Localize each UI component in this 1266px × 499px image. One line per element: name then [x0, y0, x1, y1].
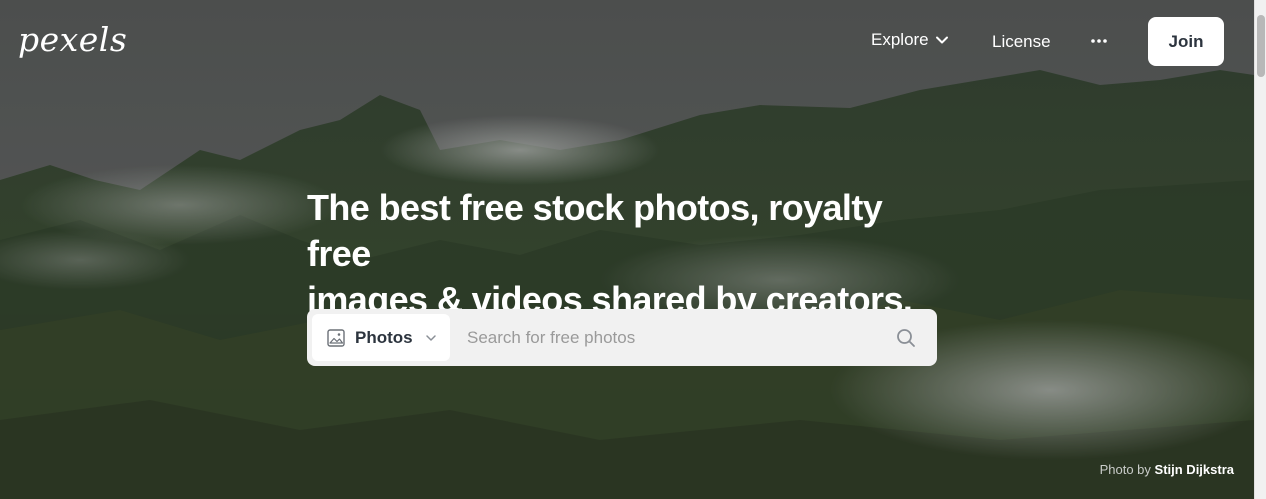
chevron-down-icon: [935, 36, 948, 44]
pexels-logo[interactable]: pexels: [18, 20, 127, 60]
photo-credit: Photo by Stijn Dijkstra: [1100, 462, 1234, 477]
search-type-label: Photos: [355, 327, 413, 347]
chevron-down-icon: [425, 334, 436, 341]
search-input[interactable]: [467, 319, 887, 356]
nav-explore-label: Explore: [871, 30, 929, 49]
search-icon: [897, 329, 915, 347]
search-type-dropdown[interactable]: Photos: [312, 314, 450, 361]
nav-license-link[interactable]: License: [992, 32, 1051, 52]
headline-line-1: The best free stock photos, royalty free: [307, 187, 883, 274]
join-button[interactable]: Join: [1148, 17, 1224, 66]
more-menu-button[interactable]: [1088, 28, 1110, 54]
photo-credit-prefix: Photo by: [1099, 462, 1151, 477]
nav-explore-menu[interactable]: Explore: [871, 30, 949, 50]
more-dots-icon: [1091, 39, 1107, 43]
image-icon: [327, 328, 345, 347]
photo-credit-author[interactable]: Stijn Dijkstra: [1155, 462, 1234, 477]
page-headline: The best free stock photos, royalty free…: [307, 185, 947, 323]
scrollbar-thumb[interactable]: [1257, 15, 1265, 77]
search-bar: Photos: [307, 309, 937, 366]
search-button[interactable]: [895, 327, 917, 349]
hero-section: pexels Explore License Join The best fre…: [0, 0, 1254, 499]
page-scrollbar[interactable]: [1254, 0, 1266, 499]
